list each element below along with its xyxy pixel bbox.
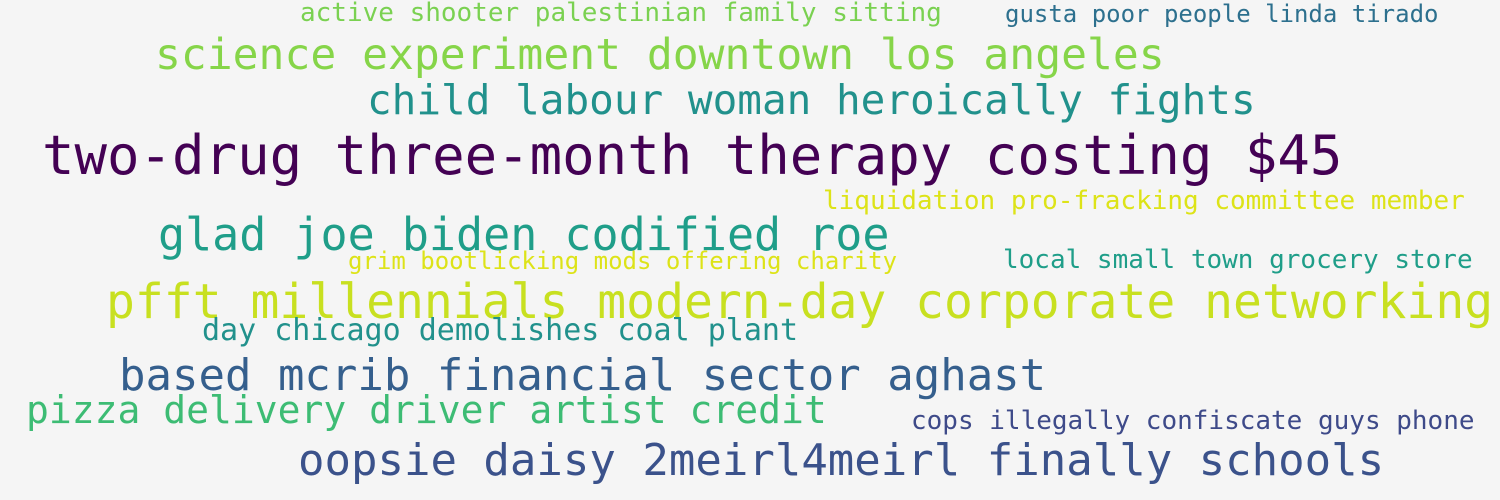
- phrase-liquidation: liquidation pro-fracking committee membe…: [823, 186, 1465, 216]
- phrase-cops-illegally: cops illegally confiscate guys phone: [911, 406, 1475, 436]
- phrase-grim-bootlicking: grim bootlicking mods offering charity: [348, 247, 898, 275]
- phrase-child-labour: child labour woman heroically fights: [367, 76, 1256, 124]
- phrase-gusta-poor-people: gusta poor people linda tirado: [1005, 0, 1439, 28]
- word-cloud: active shooter palestinian family sittin…: [0, 0, 1500, 500]
- phrase-oopsie-daisy: oopsie daisy 2meirl4meirl finally school…: [298, 435, 1385, 486]
- phrase-day-chicago: day chicago demolishes coal plant: [202, 313, 799, 348]
- phrase-science-experiment: science experiment downtown los angeles: [155, 30, 1165, 80]
- phrase-local-small-town: local small town grocery store: [1003, 245, 1473, 275]
- phrase-pizza-delivery: pizza delivery driver artist credit: [26, 388, 827, 432]
- phrase-active-shooter: active shooter palestinian family sittin…: [300, 0, 942, 28]
- phrase-two-drug-therapy: two-drug three-month therapy costing $45: [42, 124, 1343, 187]
